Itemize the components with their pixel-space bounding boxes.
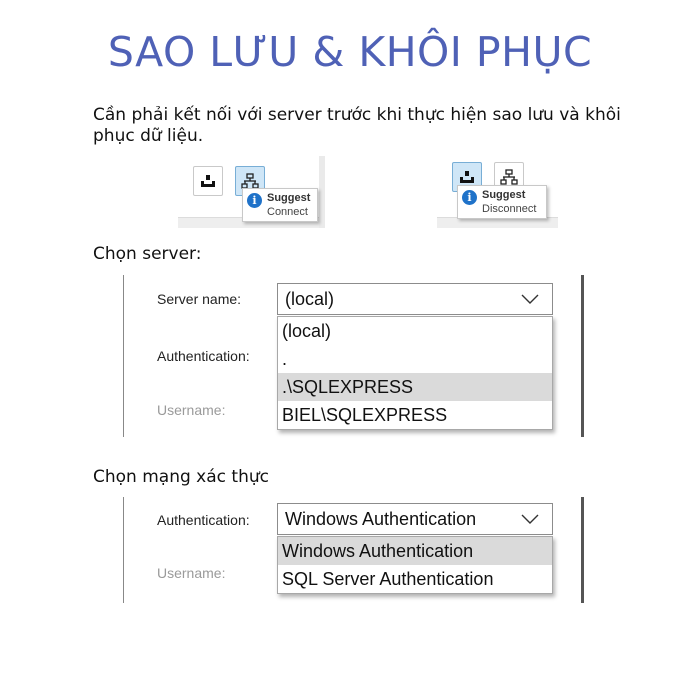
authentication-label: Authentication: xyxy=(157,348,250,364)
dropdown-option[interactable]: . xyxy=(278,345,552,373)
authentication-dropdown: Windows Authentication SQL Server Authen… xyxy=(277,536,553,594)
choose-server-label: Chọn server: xyxy=(93,244,202,264)
section-divider-right xyxy=(581,497,584,603)
section-divider-left xyxy=(123,497,124,603)
dropdown-option[interactable]: (local) xyxy=(278,317,552,345)
authentication-value: Windows Authentication xyxy=(285,509,477,529)
intro-text: Cần phải kết nối với server trước khi th… xyxy=(93,105,621,146)
authentication-label: Authentication: xyxy=(157,512,250,528)
authentication-combobox[interactable]: Windows Authentication xyxy=(277,503,553,535)
dropdown-option-highlighted[interactable]: Windows Authentication xyxy=(278,537,552,565)
username-label: Username: xyxy=(157,402,226,418)
chevron-down-icon[interactable] xyxy=(521,293,539,305)
tooltip-title: Suggest xyxy=(482,189,526,201)
info-icon: i xyxy=(462,190,477,205)
tooltip-text: Connect xyxy=(267,206,308,218)
dropdown-option-highlighted[interactable]: .\SQLEXPRESS xyxy=(278,373,552,401)
choose-auth-label: Chọn mạng xác thực xyxy=(93,467,269,487)
disconnect-icon xyxy=(460,171,474,183)
dropdown-option[interactable]: BIEL\SQLEXPRESS xyxy=(278,401,552,429)
connect-screenshot: i Suggest Connect xyxy=(178,156,325,228)
dropdown-option[interactable]: SQL Server Authentication xyxy=(278,565,552,593)
info-icon: i xyxy=(247,193,262,208)
server-name-dropdown: (local) . .\SQLEXPRESS BIEL\SQLEXPRESS xyxy=(277,316,553,430)
scrollbar-strip xyxy=(319,156,325,228)
disconnect-icon xyxy=(201,175,215,187)
chevron-down-icon[interactable] xyxy=(521,513,539,525)
disconnect-button[interactable] xyxy=(193,166,223,196)
connect-network-icon xyxy=(241,173,259,189)
server-name-label: Server name: xyxy=(157,291,242,307)
server-name-combobox[interactable]: (local) xyxy=(277,283,553,315)
server-name-value: (local) xyxy=(285,289,335,309)
disconnect-tooltip: i Suggest Disconnect xyxy=(457,185,547,219)
section-divider-left xyxy=(123,275,124,437)
page-title: SAO LƯU & KHÔI PHỤC xyxy=(107,28,593,76)
tooltip-title: Suggest xyxy=(267,192,311,204)
tooltip-text: Disconnect xyxy=(482,203,537,215)
section-divider-right xyxy=(581,275,584,437)
connect-network-icon xyxy=(500,169,518,185)
disconnect-screenshot: i Suggest Disconnect xyxy=(437,156,558,228)
connect-tooltip: i Suggest Connect xyxy=(242,188,318,222)
username-label: Username: xyxy=(157,565,226,581)
